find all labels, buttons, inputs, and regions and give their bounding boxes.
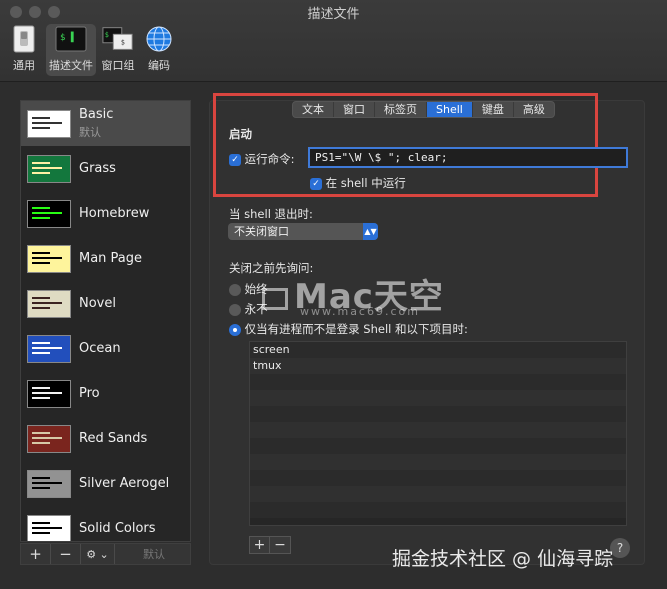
process-row[interactable] [250, 374, 626, 390]
toolbar-encodings-label: 编码 [148, 59, 170, 72]
run-in-shell-checkbox[interactable]: ✓ [310, 177, 322, 190]
monitor-logo-icon [262, 287, 288, 310]
profile-name: Silver Aerogel [79, 476, 170, 491]
profile-name: Basic [79, 107, 114, 122]
process-row[interactable] [250, 486, 626, 502]
ask-processes-row[interactable]: 仅当有进程而不是登录 Shell 和以下项目时: [229, 321, 468, 337]
profile-item[interactable]: Solid Colors [21, 506, 190, 541]
profile-item[interactable]: Novel [21, 281, 190, 326]
profile-name: Pro [79, 386, 100, 401]
profile-name: Ocean [79, 341, 121, 356]
chevron-updown-icon: ▲▼ [363, 223, 378, 240]
profile-list: Basic 默认 Grass Homebrew Man Page Novel Ocean Pr… [20, 100, 191, 542]
toolbar-window-groups[interactable]: $ $ 窗口组 [100, 24, 136, 76]
profile-text: Man Page [71, 251, 142, 266]
on-exit-label: 当 shell 退出时: [229, 207, 313, 221]
run-in-shell-label: 在 shell 中运行 [325, 176, 406, 190]
profile-name: Novel [79, 296, 116, 311]
profile-thumbnail [27, 109, 71, 138]
svg-text:$: $ [105, 31, 109, 39]
window-chrome: 描述文件 通用 $ ▌ 描述文件 $ $ 窗口组 编码 [0, 0, 667, 82]
toolbar-profiles[interactable]: $ ▌ 描述文件 [46, 24, 96, 76]
profile-text: Homebrew [71, 206, 149, 221]
profile-item[interactable]: Homebrew [21, 191, 190, 236]
toolbar-general-label: 通用 [13, 59, 35, 72]
profile-thumbnail [27, 334, 71, 363]
set-default-button[interactable]: 默认 [143, 546, 165, 562]
profile-text: Novel [71, 296, 116, 311]
profile-name: Man Page [79, 251, 143, 266]
ask-always-radio[interactable] [229, 283, 241, 296]
profile-text: Ocean [71, 341, 121, 356]
toolbar-general[interactable]: 通用 [8, 24, 40, 76]
profile-item[interactable]: Ocean [21, 326, 190, 371]
ask-processes-label: 仅当有进程而不是登录 Shell 和以下项目时: [244, 322, 468, 336]
svg-text:$: $ [121, 39, 125, 47]
process-row[interactable] [250, 454, 626, 470]
profile-thumbnail [27, 424, 71, 453]
remove-process-button[interactable]: − [270, 537, 290, 553]
profile-text: Red Sands [71, 431, 147, 446]
profile-item[interactable]: Grass [21, 146, 190, 191]
process-row[interactable] [250, 390, 626, 406]
profile-item[interactable]: Silver Aerogel [21, 461, 190, 506]
toolbar-encodings[interactable]: 编码 [144, 24, 174, 76]
startup-section-label: 启动 [229, 127, 252, 141]
run-command-label: 运行命令: [244, 152, 295, 166]
profile-text: Silver Aerogel [71, 476, 169, 491]
profile-text: Basic 默认 [71, 107, 113, 140]
process-row[interactable]: tmux [250, 358, 626, 374]
credit-watermark: 掘金技术社区 @ 仙海寻踪 [392, 548, 614, 570]
process-row[interactable] [250, 406, 626, 422]
process-row[interactable]: screen [250, 342, 626, 358]
profile-name: Homebrew [79, 206, 150, 221]
profile-thumbnail [27, 469, 71, 498]
window-group-icon: $ $ [102, 24, 134, 54]
run-command-checkbox[interactable]: ✓ [229, 153, 241, 166]
profile-default-tag: 默认 [79, 126, 101, 139]
profile-text: Grass [71, 161, 116, 176]
gear-menu-button[interactable]: ⚙ ⌄ [81, 544, 115, 564]
toolbar-window-groups-label: 窗口组 [101, 59, 135, 72]
profile-thumbnail [27, 514, 71, 541]
process-list-toolbar: + − [249, 536, 291, 554]
profile-name: Grass [79, 161, 116, 176]
process-row[interactable] [250, 470, 626, 486]
add-profile-button[interactable]: + [21, 544, 51, 564]
profile-item[interactable]: Pro [21, 371, 190, 416]
process-row[interactable] [250, 422, 626, 438]
profile-thumbnail [27, 379, 71, 408]
process-list-table: screen tmux [249, 341, 627, 526]
ask-never-radio[interactable] [229, 303, 241, 316]
terminal-profile-icon: $ ▌ [55, 24, 87, 54]
general-switch-icon [8, 24, 40, 54]
process-row[interactable] [250, 502, 626, 518]
run-command-row: ✓ 运行命令: [229, 151, 295, 167]
profile-thumbnail [27, 244, 71, 273]
window-title: 描述文件 [307, 7, 360, 22]
profile-list-toolbar: + − ⚙ ⌄ 默认 [20, 543, 191, 565]
on-exit-popup[interactable]: 不关闭窗口 ▲▼ [228, 223, 378, 240]
profile-thumbnail [27, 289, 71, 318]
profile-item[interactable]: Basic 默认 [21, 101, 190, 146]
toolbar-profiles-label: 描述文件 [49, 59, 93, 72]
add-process-button[interactable]: + [250, 537, 270, 553]
process-row[interactable] [250, 438, 626, 454]
profile-text: Solid Colors [71, 521, 156, 536]
profile-text: Pro [71, 386, 100, 401]
run-command-input[interactable]: PS1="\W \$ "; clear; [308, 147, 628, 168]
url-watermark: www.mac69.com [300, 305, 420, 318]
globe-icon [143, 24, 175, 54]
svg-text:$ ▌: $ ▌ [60, 31, 76, 43]
profile-item[interactable]: Man Page [21, 236, 190, 281]
profile-thumbnail [27, 154, 71, 183]
run-in-shell-row: ✓ 在 shell 中运行 [310, 175, 406, 191]
profile-thumbnail [27, 199, 71, 228]
remove-profile-button[interactable]: − [51, 544, 81, 564]
ask-processes-radio[interactable] [229, 323, 241, 336]
profile-name: Red Sands [79, 431, 148, 446]
on-exit-value: 不关闭窗口 [234, 225, 289, 238]
profile-item[interactable]: Red Sands [21, 416, 190, 461]
profile-name: Solid Colors [79, 521, 156, 536]
